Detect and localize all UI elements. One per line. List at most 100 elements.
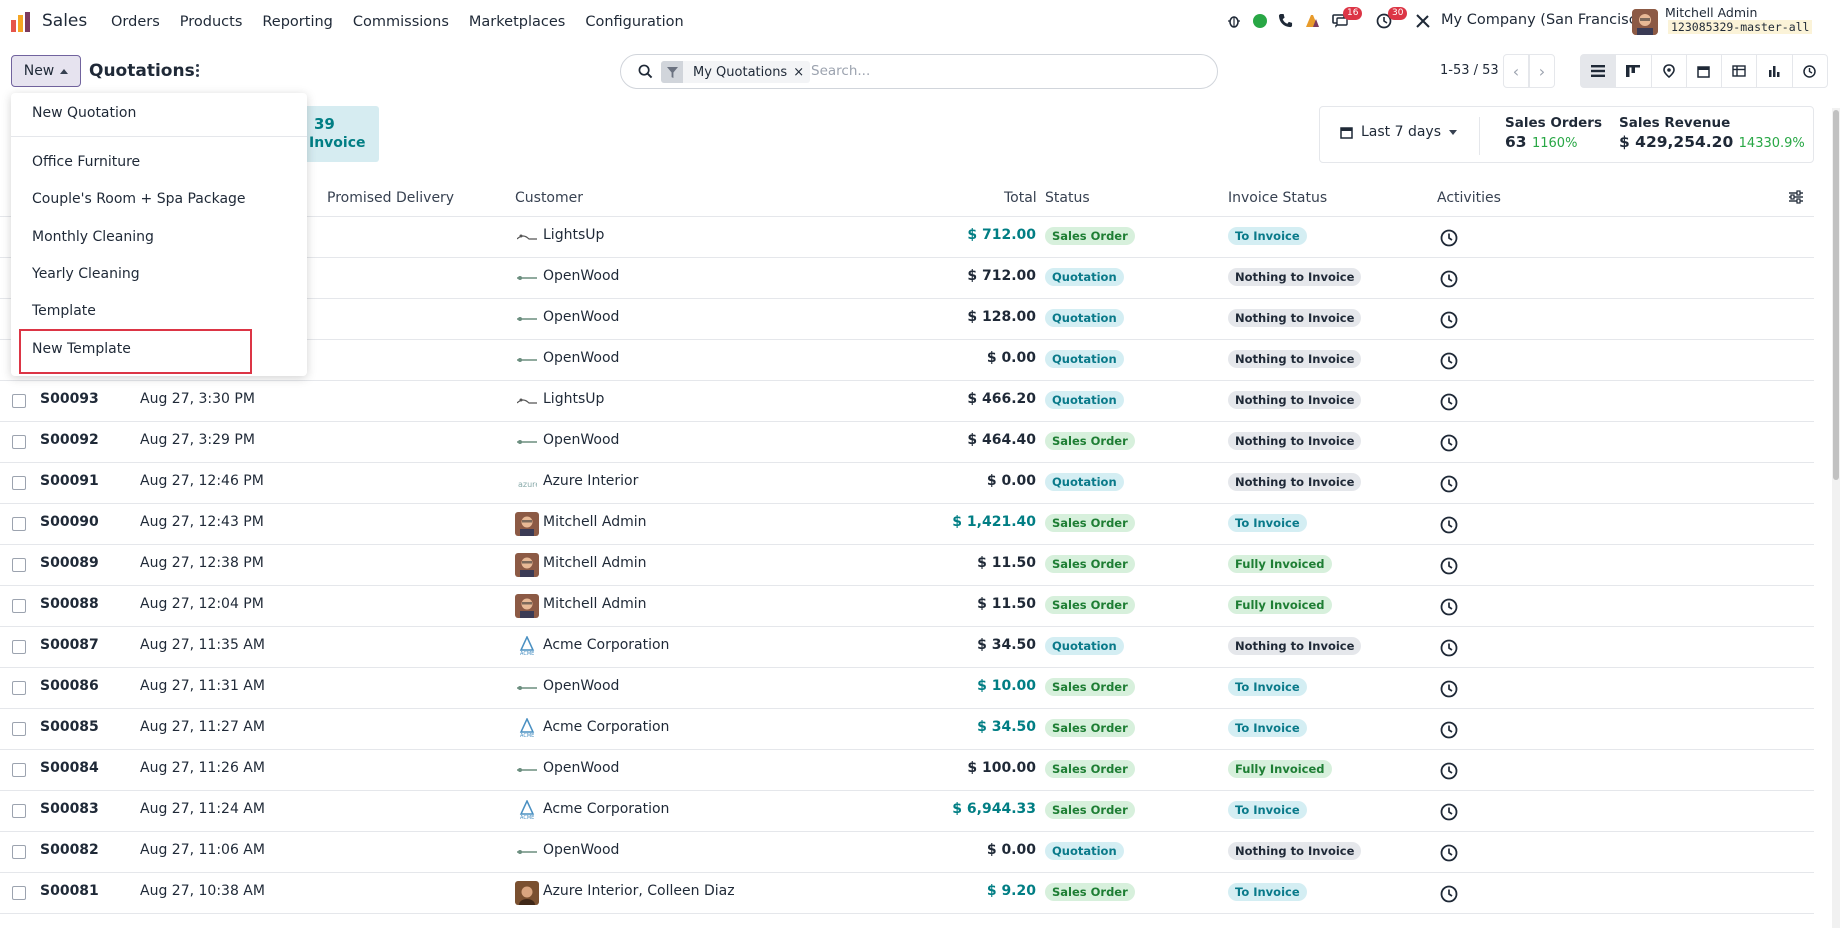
map-view-button[interactable] (1652, 55, 1687, 87)
table-row[interactable]: S00087 Aug 27, 11:35 AM ACME Acme Corporati… (0, 627, 1814, 668)
app-name[interactable]: Sales (42, 11, 87, 31)
new-quotation-dropdown: New Quotation Office Furniture Couple's … (11, 93, 307, 376)
search-icon[interactable] (638, 64, 653, 79)
kanban-view-button[interactable] (1616, 55, 1652, 87)
pager-next-button[interactable]: › (1529, 54, 1555, 88)
order-date: Aug 27, 12:46 PM (140, 473, 264, 489)
row-checkbox[interactable] (12, 804, 26, 818)
table-row[interactable]: S00092 Aug 27, 3:29 PM OpenWood $ 464.40 Sal… (0, 422, 1814, 463)
dropdown-item-office-furniture[interactable]: Office Furniture (32, 154, 140, 170)
activity-clock-icon[interactable] (1440, 393, 1458, 411)
table-row[interactable]: S00085 Aug 27, 11:27 AM ACME Acme Corporati… (0, 709, 1814, 750)
activity-clock-icon[interactable] (1440, 762, 1458, 780)
row-checkbox[interactable] (12, 558, 26, 572)
menu-reporting[interactable]: Reporting (252, 14, 343, 30)
row-checkbox[interactable] (12, 886, 26, 900)
search-bar[interactable]: My Quotations × Search... (620, 54, 1218, 89)
row-checkbox[interactable] (12, 476, 26, 490)
pivot-view-button[interactable] (1722, 55, 1758, 87)
sales-app-icon[interactable] (10, 11, 32, 33)
activity-clock-icon[interactable] (1440, 803, 1458, 821)
row-checkbox[interactable] (12, 681, 26, 695)
date-range-dropdown[interactable]: Last 7 days (1340, 124, 1458, 140)
table-row[interactable]: S00088 Aug 27, 12:04 PM Mitchell Admin $ 11… (0, 586, 1814, 627)
activity-clock-icon[interactable] (1440, 557, 1458, 575)
to-invoice-kpi-tile[interactable]: 39 Invoice (302, 106, 379, 162)
activity-clock-icon[interactable] (1440, 639, 1458, 657)
table-row[interactable]: S00082 Aug 27, 11:06 AM OpenWood $ 0.00 Quot… (0, 832, 1814, 873)
row-checkbox[interactable] (12, 640, 26, 654)
dropdown-item-new-quotation[interactable]: New Quotation (32, 105, 136, 121)
activity-clock-icon[interactable] (1440, 844, 1458, 862)
row-checkbox[interactable] (12, 394, 26, 408)
tools-icon[interactable] (1415, 13, 1431, 29)
pager-previous-button[interactable]: ‹ (1503, 54, 1529, 88)
scrollbar-thumb[interactable] (1833, 110, 1839, 480)
table-row[interactable]: S00086 Aug 27, 11:31 AM OpenWood $ 10.00 Sal… (0, 668, 1814, 709)
table-row[interactable]: S00081 Aug 27, 10:38 AM Azure Interior, Co… (0, 873, 1814, 914)
table-row[interactable]: S00089 Aug 27, 12:38 PM Mitchell Admin $ 11… (0, 545, 1814, 586)
menu-commissions[interactable]: Commissions (343, 14, 459, 30)
column-customer[interactable]: Customer (515, 190, 583, 206)
dropdown-item-monthly-cleaning[interactable]: Monthly Cleaning (32, 229, 154, 245)
column-activities[interactable]: Activities (1437, 190, 1501, 206)
activity-clock-icon[interactable] (1440, 598, 1458, 616)
activity-clock-icon[interactable] (1440, 885, 1458, 903)
dropdown-item-couples-room[interactable]: Couple's Room + Spa Package (32, 191, 246, 207)
column-total[interactable]: Total (1004, 190, 1037, 206)
row-checkbox[interactable] (12, 435, 26, 449)
column-invoice-status[interactable]: Invoice Status (1228, 190, 1327, 206)
table-row[interactable]: S00083 Aug 27, 11:24 AM ACME Acme Corporati… (0, 791, 1814, 832)
table-row[interactable]: S00091 Aug 27, 12:46 PM azure Azure Interio… (0, 463, 1814, 504)
dropdown-item-new-template[interactable]: New Template (32, 341, 131, 357)
search-input[interactable]: Search... (811, 63, 870, 79)
table-row[interactable]: S00090 Aug 27, 12:43 PM Mitchell Admin $ 1,… (0, 504, 1814, 545)
row-checkbox[interactable] (12, 517, 26, 531)
user-avatar[interactable] (1632, 9, 1658, 35)
graph-view-button[interactable] (1757, 55, 1793, 87)
activity-clock-icon[interactable] (1440, 475, 1458, 493)
activity-clock-icon[interactable] (1440, 680, 1458, 698)
row-checkbox[interactable] (12, 845, 26, 859)
invoice-status-badge: Fully Invoiced (1228, 555, 1332, 573)
pager-value[interactable]: 1-53 / 53 (1440, 63, 1499, 78)
row-checkbox[interactable] (12, 722, 26, 736)
order-total: $ 0.00 (986, 842, 1036, 858)
activity-clock-icon[interactable] (1440, 516, 1458, 534)
activity-clock-icon[interactable] (1440, 229, 1458, 247)
list-view-button[interactable] (1581, 55, 1617, 87)
dropdown-item-template[interactable]: Template (32, 303, 96, 319)
table-row[interactable]: S00084 Aug 27, 11:26 AM OpenWood $ 100.00 Sa… (0, 750, 1814, 791)
dropdown-item-yearly-cleaning[interactable]: Yearly Cleaning (32, 266, 140, 282)
row-checkbox[interactable] (12, 599, 26, 613)
table-row[interactable]: S00093 Aug 27, 3:30 PM LightsUp $ 466.20 Quo… (0, 381, 1814, 422)
sales-revenue-stat[interactable]: Sales Revenue $ 429,254.20 14330.9% (1619, 115, 1805, 151)
activity-clock-icon[interactable] (1440, 352, 1458, 370)
order-date: Aug 27, 11:06 AM (140, 842, 265, 858)
activity-view-button[interactable] (1793, 55, 1827, 87)
actions-menu-icon[interactable] (193, 62, 201, 80)
row-checkbox[interactable] (12, 763, 26, 777)
menu-marketplaces[interactable]: Marketplaces (459, 14, 575, 30)
ai-icon[interactable] (1304, 13, 1320, 29)
column-promised-delivery[interactable]: Promised Delivery (327, 190, 454, 206)
remove-facet-icon[interactable]: × (793, 65, 810, 80)
menu-products[interactable]: Products (170, 14, 253, 30)
activity-clock-icon[interactable] (1440, 311, 1458, 329)
column-status[interactable]: Status (1045, 190, 1090, 206)
phone-icon[interactable] (1278, 13, 1293, 28)
optional-columns-icon[interactable] (1788, 190, 1804, 204)
new-button[interactable]: New (11, 55, 81, 87)
menu-orders[interactable]: Orders (101, 14, 170, 30)
presence-status-icon[interactable] (1253, 14, 1267, 28)
activity-clock-icon[interactable] (1440, 434, 1458, 452)
user-name[interactable]: Mitchell Admin (1665, 5, 1757, 20)
bug-icon[interactable] (1227, 14, 1241, 28)
company-switcher[interactable]: My Company (San Francisco) (1441, 12, 1651, 28)
calendar-view-button[interactable] (1687, 55, 1723, 87)
activity-clock-icon[interactable] (1440, 270, 1458, 288)
activity-clock-icon[interactable] (1440, 721, 1458, 739)
sales-orders-stat[interactable]: Sales Orders 63 1160% (1505, 115, 1602, 151)
invoice-status-badge: Nothing to Invoice (1228, 432, 1362, 450)
menu-configuration[interactable]: Configuration (575, 14, 693, 30)
